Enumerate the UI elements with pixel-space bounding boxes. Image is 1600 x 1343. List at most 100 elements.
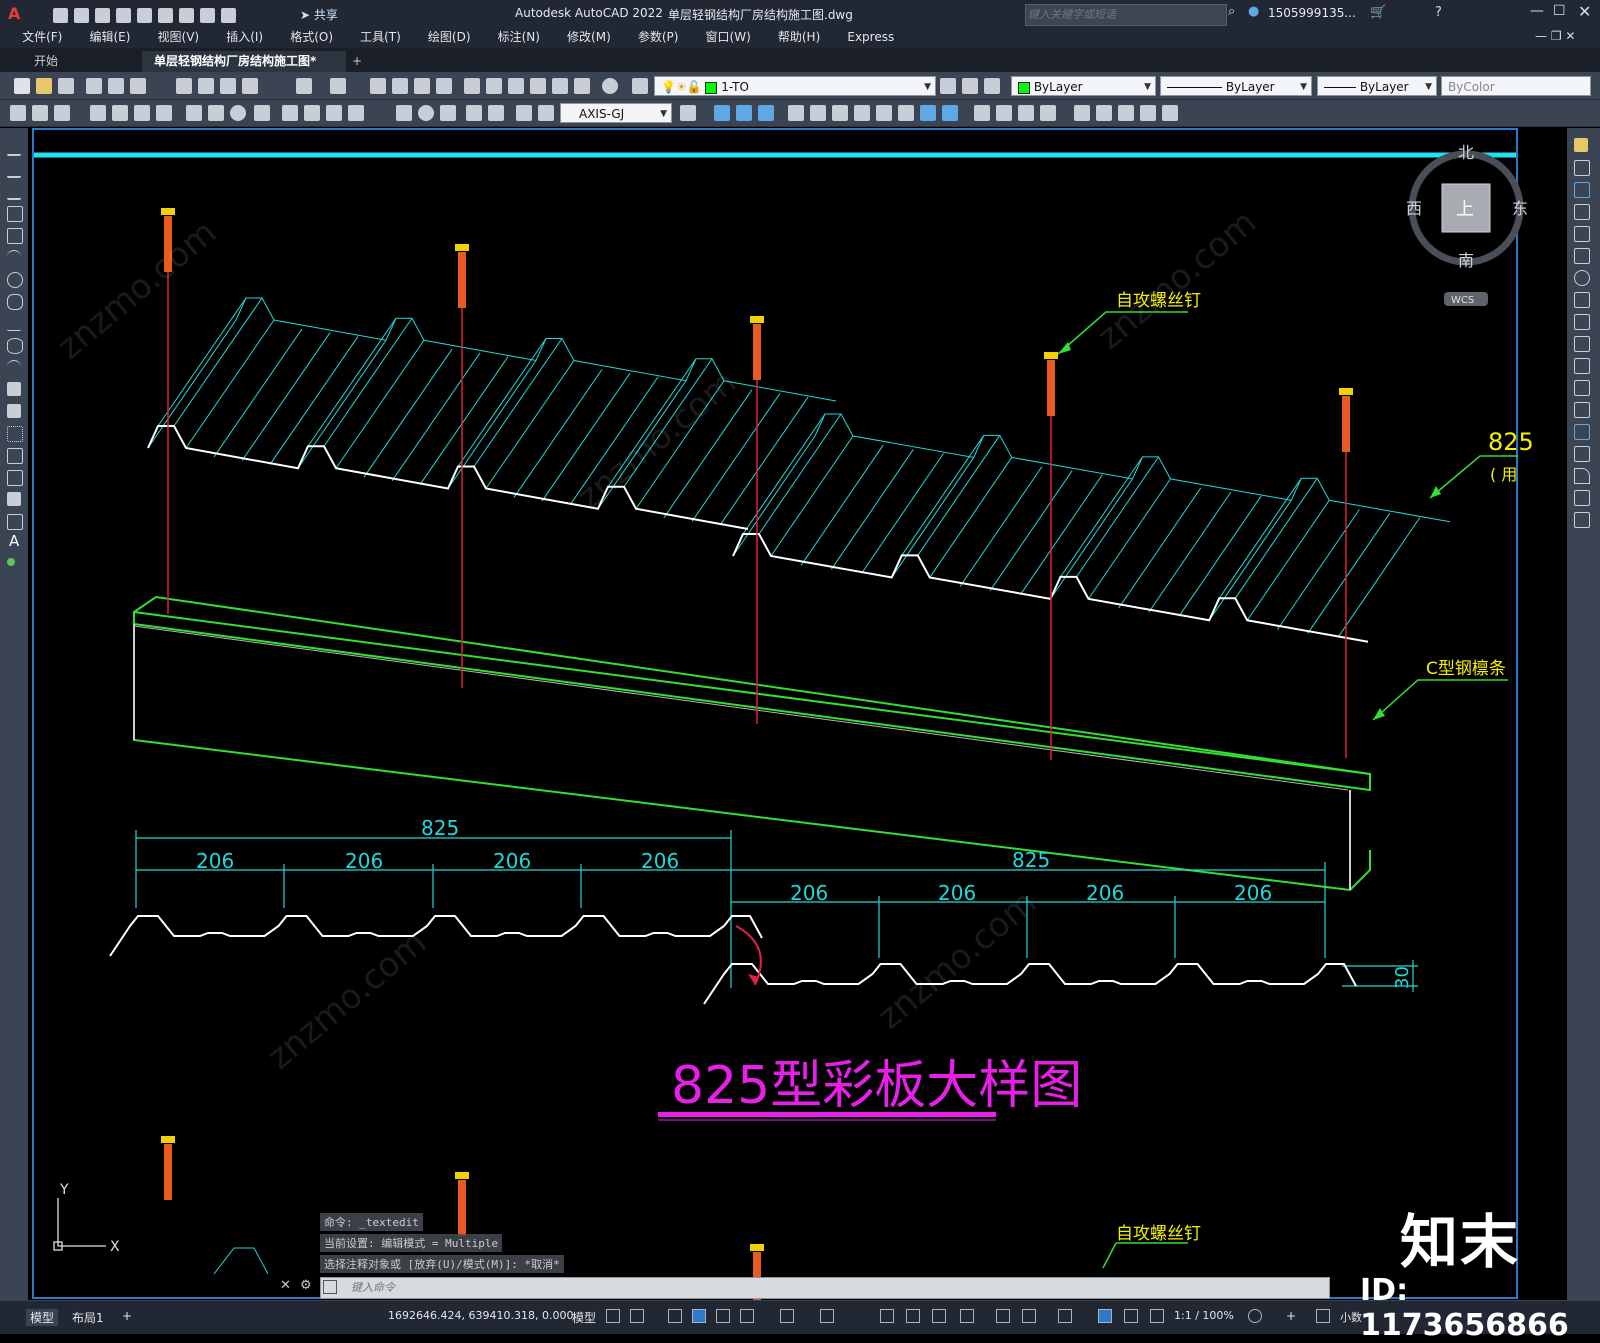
modify-icon-12[interactable] bbox=[1040, 105, 1056, 121]
menu-dimension[interactable]: 标注(N) bbox=[487, 26, 551, 48]
publish-icon[interactable] bbox=[130, 78, 146, 94]
menu-modify[interactable]: 修改(M) bbox=[556, 26, 622, 48]
viewcube-west[interactable]: 西 bbox=[1406, 199, 1422, 218]
new-icon[interactable] bbox=[53, 8, 68, 23]
ortho-icon[interactable] bbox=[692, 1309, 706, 1323]
open-web-icon[interactable] bbox=[137, 8, 152, 23]
linear-dim-icon[interactable] bbox=[10, 105, 26, 121]
save-web-icon[interactable] bbox=[158, 8, 173, 23]
modify-icon-8[interactable] bbox=[942, 105, 958, 121]
tab-start[interactable]: 开始 bbox=[22, 51, 70, 72]
arc-dim-icon[interactable] bbox=[54, 105, 70, 121]
units-icon[interactable] bbox=[1316, 1309, 1330, 1323]
circle-icon[interactable] bbox=[7, 272, 23, 288]
save-icon[interactable] bbox=[95, 8, 110, 23]
annotation-scale-icon[interactable] bbox=[1150, 1309, 1164, 1323]
stretch-icon[interactable] bbox=[1574, 314, 1590, 330]
command-prompt-icon[interactable] bbox=[323, 1280, 337, 1294]
aligned-dim-icon[interactable] bbox=[32, 105, 48, 121]
lineweight-icon[interactable] bbox=[880, 1309, 894, 1323]
osnap-icon[interactable] bbox=[820, 1309, 834, 1323]
tab-add-button[interactable]: + bbox=[340, 51, 374, 72]
jogged-linear-icon[interactable] bbox=[440, 105, 456, 121]
modify-icon-9[interactable] bbox=[974, 105, 990, 121]
match-prop-icon[interactable] bbox=[242, 78, 258, 94]
break-point-icon[interactable] bbox=[1574, 380, 1590, 396]
extend-icon[interactable] bbox=[1574, 358, 1590, 374]
maximize-button[interactable]: ☐ bbox=[1553, 3, 1566, 19]
arc-icon[interactable] bbox=[7, 250, 21, 265]
linetype-dropdown[interactable]: ByLayer ▼ bbox=[1160, 76, 1312, 96]
copy-object-icon[interactable] bbox=[1574, 160, 1590, 176]
polygon-icon[interactable] bbox=[7, 206, 23, 222]
command-customize-icon[interactable]: ⚙ bbox=[300, 1278, 312, 1293]
menu-edit[interactable]: 编辑(E) bbox=[78, 26, 141, 48]
coordinates-readout[interactable]: 1692646.424, 639410.318, 0.000 bbox=[388, 1309, 573, 1322]
selection-filter-icon[interactable] bbox=[1022, 1309, 1036, 1323]
dim-edit-icon[interactable] bbox=[466, 105, 482, 121]
menu-view[interactable]: 视图(V) bbox=[147, 26, 211, 48]
user-name[interactable]: 1505999135... bbox=[1268, 6, 1356, 20]
print-icon[interactable] bbox=[86, 78, 102, 94]
minimize-button[interactable]: — bbox=[1530, 3, 1544, 19]
center-mark-icon[interactable] bbox=[396, 105, 412, 121]
modify-icon-11[interactable] bbox=[1018, 105, 1034, 121]
continue-dim-icon[interactable] bbox=[282, 105, 298, 121]
xline-icon[interactable] bbox=[7, 162, 21, 178]
layout-tab-model[interactable]: 模型 bbox=[26, 1309, 59, 1326]
new-icon[interactable] bbox=[14, 78, 30, 94]
region-icon[interactable] bbox=[7, 492, 21, 506]
jogged-dim-icon[interactable] bbox=[134, 105, 150, 121]
menu-help[interactable]: 帮助(H) bbox=[767, 26, 831, 48]
layer-iso-icon[interactable] bbox=[984, 78, 1000, 94]
search-input[interactable] bbox=[1025, 4, 1227, 26]
design-center-icon[interactable] bbox=[486, 78, 502, 94]
command-input[interactable] bbox=[349, 1279, 1323, 1297]
pan-icon[interactable] bbox=[370, 78, 386, 94]
layer-properties-icon[interactable] bbox=[632, 78, 648, 94]
cut-icon[interactable] bbox=[176, 78, 192, 94]
modify-icon-4[interactable] bbox=[854, 105, 870, 121]
polyline-icon[interactable] bbox=[7, 184, 21, 200]
blend-icon[interactable] bbox=[1574, 490, 1590, 506]
ellipse-icon[interactable] bbox=[7, 338, 23, 354]
annotation-monitor-icon[interactable]: + bbox=[1286, 1309, 1296, 1323]
add-layout-button[interactable]: + bbox=[122, 1309, 132, 1323]
command-close-icon[interactable]: ✕ bbox=[280, 1278, 291, 1293]
menu-file[interactable]: 文件(F) bbox=[11, 26, 73, 48]
revcloud-icon[interactable] bbox=[7, 294, 23, 310]
drawing-canvas[interactable]: 自攻螺丝钉 C型钢檩条 825 ( 用 825 206 206 206 206 … bbox=[28, 128, 1567, 1300]
zoom-previous-icon[interactable] bbox=[436, 78, 452, 94]
offset-icon[interactable] bbox=[1574, 204, 1590, 220]
block-icon-2[interactable] bbox=[736, 105, 752, 121]
make-current-icon[interactable] bbox=[940, 78, 956, 94]
properties-icon[interactable] bbox=[464, 78, 480, 94]
block-icon-1[interactable] bbox=[714, 105, 730, 121]
modify-icon-5[interactable] bbox=[876, 105, 892, 121]
insert-block-icon[interactable] bbox=[7, 382, 21, 396]
block-icon-3[interactable] bbox=[758, 105, 774, 121]
line-icon[interactable] bbox=[7, 140, 21, 156]
selection-cycling-icon[interactable] bbox=[932, 1309, 946, 1323]
menu-insert[interactable]: 插入(I) bbox=[215, 26, 274, 48]
explode-icon[interactable] bbox=[1574, 512, 1590, 528]
menu-window[interactable]: 窗口(W) bbox=[695, 26, 762, 48]
workspace-gear-icon[interactable] bbox=[1248, 1309, 1262, 1323]
dim-override-icon[interactable] bbox=[538, 105, 554, 121]
open-icon[interactable] bbox=[36, 78, 52, 94]
undo-icon[interactable] bbox=[296, 78, 312, 94]
save-icon[interactable] bbox=[58, 78, 74, 94]
chamfer-icon[interactable] bbox=[1574, 446, 1590, 462]
modify-icon-15[interactable] bbox=[1118, 105, 1134, 121]
tolerance-icon[interactable] bbox=[348, 105, 364, 121]
zoom-realtime-icon[interactable] bbox=[392, 78, 408, 94]
mirror-icon[interactable] bbox=[1574, 182, 1590, 198]
plot-icon[interactable] bbox=[179, 8, 194, 23]
move-icon[interactable] bbox=[1574, 248, 1590, 264]
ellipse-arc-icon[interactable] bbox=[7, 360, 21, 375]
add-selected-icon[interactable] bbox=[7, 558, 15, 566]
search-icon[interactable]: ⌕ bbox=[1228, 4, 1235, 19]
open-icon[interactable] bbox=[74, 8, 89, 23]
grid-icon[interactable] bbox=[606, 1309, 620, 1323]
dim-update-icon[interactable] bbox=[516, 105, 532, 121]
